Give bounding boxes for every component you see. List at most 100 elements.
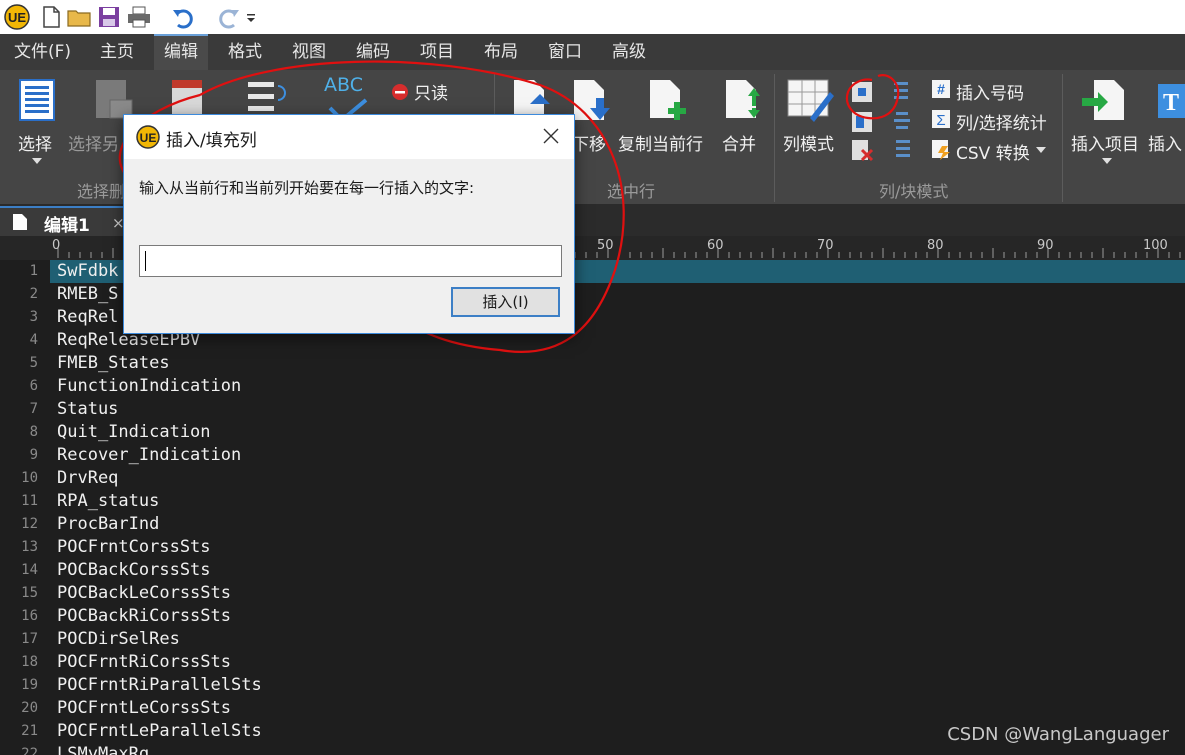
column-mode-icon[interactable] [786, 78, 834, 126]
code-line[interactable]: POCFrntCorssSts [57, 536, 211, 559]
group-label-select: 选择删 [77, 182, 126, 201]
menu-home[interactable]: 主页 [90, 34, 144, 70]
readonly-icon[interactable] [390, 82, 410, 106]
insert-text-icon[interactable]: T [1158, 84, 1185, 122]
code-line[interactable]: DrvReq [57, 467, 118, 490]
code-line[interactable]: POCBackRiCorssSts [57, 605, 231, 628]
insert-text-input[interactable] [139, 245, 562, 277]
svg-text:T: T [1163, 90, 1179, 116]
print-icon[interactable] [126, 4, 152, 30]
quick-access-toolbar: UE [0, 0, 1185, 34]
dialog-titlebar[interactable]: UE 插入/填充列 [124, 115, 574, 159]
select-button[interactable]: 选择 [18, 130, 52, 155]
line-number: 18 [21, 654, 38, 670]
cut-column-icon[interactable] [850, 138, 874, 166]
copy-line-icon[interactable] [646, 78, 690, 126]
column-right-icon[interactable] [892, 138, 912, 164]
menu-advanced[interactable]: 高级 [602, 34, 656, 70]
watermark: CSDN @WangLanguager [947, 724, 1169, 745]
column-mode-button[interactable]: 列模式 [783, 130, 834, 155]
copy-line-button[interactable]: 复制当前行 [618, 130, 703, 155]
code-line[interactable]: LSMyMaxRq [57, 743, 149, 755]
editor-area[interactable]: 1 2 3 4 5 6 7 8 9 10 11 12 13 14 15 16 17 18 19 20 21 22 SwFd… [0, 260, 1185, 755]
insert-more-button[interactable]: 插入 [1148, 130, 1182, 155]
merge-button[interactable]: 合并 [722, 130, 756, 155]
redo-icon[interactable] [216, 4, 242, 30]
insert-fill-column-icon[interactable] [850, 80, 874, 108]
code-line[interactable]: POCFrntLeCorssSts [57, 697, 231, 720]
code-line[interactable]: Quit_Indication [57, 421, 211, 444]
line-number: 1 [29, 263, 38, 279]
insert-number-icon[interactable]: # [930, 78, 952, 104]
line-number: 19 [21, 677, 38, 693]
code-line[interactable]: POCFrntRiCorssSts [57, 651, 231, 674]
document-icon [12, 213, 28, 235]
code-line[interactable]: RMEB_S [57, 283, 118, 306]
dialog-prompt: 输入从当前行和当前列开始要在每一行插入的文字: [139, 179, 475, 197]
line-number: 22 [21, 746, 38, 755]
new-file-icon[interactable] [38, 4, 64, 30]
code-line[interactable]: POCBackCorssSts [57, 559, 211, 582]
code-line[interactable]: POCFrntRiParallelSts [57, 674, 262, 697]
dialog-close-button[interactable] [528, 115, 574, 159]
menu-encoding[interactable]: 编码 [346, 34, 400, 70]
document-tab[interactable]: 编辑1 × [0, 206, 135, 236]
menu-window[interactable]: 窗口 [538, 34, 592, 70]
line-number: 10 [21, 470, 38, 486]
move-down-icon[interactable] [570, 78, 614, 126]
menu-edit[interactable]: 编辑 [154, 34, 208, 70]
spell-check-label[interactable]: ABC [324, 74, 363, 96]
line-number: 4 [29, 332, 38, 348]
code-line[interactable]: FunctionIndication [57, 375, 241, 398]
group-separator [1062, 74, 1063, 202]
column-left-icon[interactable] [892, 80, 912, 106]
column-stats-button[interactable]: 列/选择统计 [956, 109, 1047, 134]
insert-item-button[interactable]: 插入项目 [1071, 130, 1139, 155]
svg-text:Σ: Σ [936, 112, 945, 129]
menu-format[interactable]: 格式 [218, 34, 272, 70]
line-number: 5 [29, 355, 38, 371]
line-number: 14 [21, 562, 38, 578]
insert-number-button[interactable]: 插入号码 [956, 79, 1024, 104]
line-number: 13 [21, 539, 38, 555]
merge-icon[interactable] [722, 78, 766, 126]
select-icon[interactable] [18, 78, 56, 126]
menu-file[interactable]: 文件(F) [4, 34, 81, 70]
menu-project[interactable]: 项目 [410, 34, 464, 70]
delete-column-icon[interactable] [850, 110, 874, 138]
column-center-icon[interactable] [892, 110, 912, 136]
readonly-button[interactable]: 只读 [414, 79, 448, 104]
save-icon[interactable] [96, 4, 122, 30]
code-line[interactable]: SwFdbk [57, 260, 118, 283]
menu-layout[interactable]: 布局 [474, 34, 528, 70]
code-line[interactable]: Status [57, 398, 118, 421]
code-line[interactable]: ReqRel [57, 306, 118, 329]
csv-convert-button[interactable]: CSV 转换 [956, 139, 1030, 164]
document-tab-label: 编辑1 [44, 216, 90, 236]
code-line[interactable]: POCBackLeCorssSts [57, 582, 231, 605]
insert-item-icon[interactable] [1080, 78, 1128, 126]
menu-view[interactable]: 视图 [282, 34, 336, 70]
insert-button[interactable]: 插入(I) [451, 287, 560, 317]
svg-text:UE: UE [8, 10, 26, 25]
line-number: 12 [21, 516, 38, 532]
column-stats-icon[interactable]: Σ [930, 108, 952, 134]
customize-toolbar-icon[interactable] [244, 4, 258, 30]
csv-convert-icon[interactable] [930, 138, 952, 164]
insert-item-dropdown-icon[interactable] [1102, 158, 1112, 164]
undo-icon[interactable] [170, 4, 196, 30]
code-line[interactable]: RPA_status [57, 490, 159, 513]
select-dropdown-icon[interactable] [32, 158, 42, 164]
dialog-title: 插入/填充列 [166, 131, 257, 151]
line-number: 8 [29, 424, 38, 440]
code-line[interactable]: POCFrntLeParallelSts [57, 720, 262, 743]
code-line[interactable]: ProcBarInd [57, 513, 159, 536]
open-folder-icon[interactable] [66, 4, 92, 30]
app-logo-icon[interactable]: UE [4, 4, 30, 30]
line-number: 20 [21, 700, 38, 716]
code-line[interactable]: Recover_Indication [57, 444, 241, 467]
move-down-button[interactable]: 下移 [572, 130, 606, 155]
csv-dropdown-icon[interactable] [1036, 147, 1046, 153]
code-line[interactable]: FMEB_States [57, 352, 170, 375]
code-line[interactable]: POCDirSelRes [57, 628, 180, 651]
